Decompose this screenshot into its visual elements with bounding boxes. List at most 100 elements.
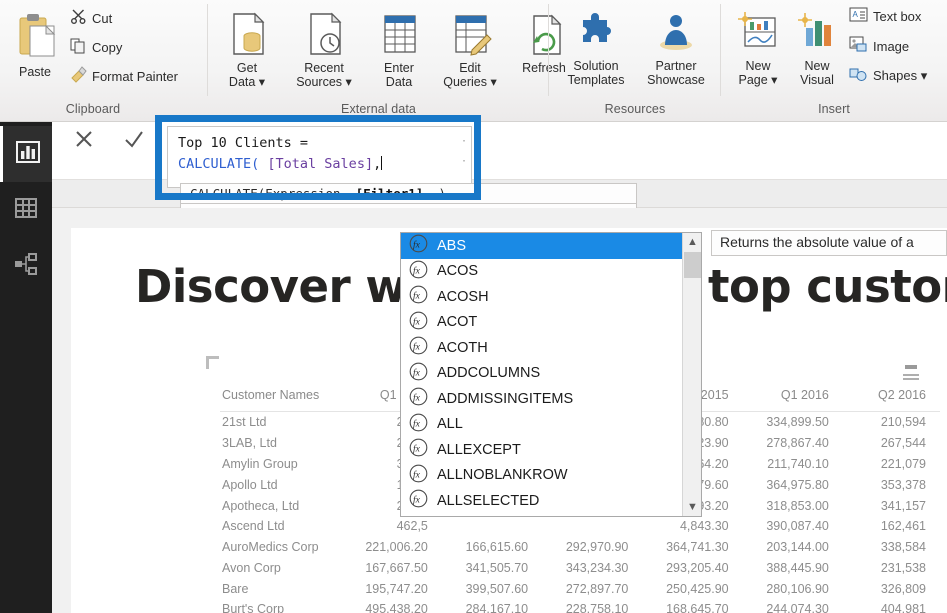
edit-queries-label: Edit Queries ▾ (443, 61, 497, 89)
svg-text:fx: fx (413, 316, 421, 327)
value-cell: 334,899.50 (766, 415, 829, 430)
partner-showcase-button[interactable]: Partner Showcase (639, 12, 713, 87)
text-caret (381, 156, 383, 170)
value-cell: 495,438.20 (365, 602, 428, 613)
paste-label: Paste (19, 65, 51, 79)
dropdown-scrollbar[interactable]: ▲ ▼ (682, 233, 701, 516)
sidebar-item-report-view[interactable] (0, 126, 52, 182)
get-data-icon (216, 10, 278, 61)
copy-button[interactable]: Copy (70, 37, 122, 57)
function-list-item[interactable]: fx ACOSH (401, 284, 683, 310)
value-cell: 293,205.40 (666, 560, 729, 575)
column-header[interactable]: Q1 2016 (742, 388, 843, 412)
function-list-item[interactable]: fx ALL (401, 412, 683, 438)
function-list-item[interactable]: fx ABS (401, 233, 683, 259)
fx-function-icon: fx (409, 413, 428, 436)
function-name: ALLEXCEPT (437, 441, 521, 458)
column-header[interactable]: Customer Names (220, 388, 342, 412)
function-name: ALL (437, 416, 463, 433)
chevron-down-icon[interactable]: ▼ (683, 498, 701, 516)
scrollbar-thumb[interactable] (684, 252, 701, 278)
function-list-item[interactable]: fx ALLEXCEPT (401, 437, 683, 463)
more-options-icon[interactable] (898, 364, 924, 389)
total-sales-token: [Total Sales] (259, 156, 374, 172)
chevron-up-icon[interactable]: ▲ (683, 233, 701, 251)
function-list-item[interactable]: fx ADDMISSINGITEMS (401, 386, 683, 412)
scissors-icon (70, 8, 87, 28)
format-painter-label: Format Painter (92, 68, 178, 84)
dax-formula-input[interactable]: · · Top 10 Clients = CALCULATE( [Total S… (167, 126, 472, 188)
value-cell: 318,853.00 (766, 498, 829, 513)
new-page-button[interactable]: New Page ▾ (729, 12, 787, 87)
value-cell: 166,615.60 (465, 540, 529, 555)
editor-tick: · (460, 156, 467, 167)
recent-sources-button[interactable]: Recent Sources ▾ (284, 10, 364, 89)
paste-button[interactable]: Paste (8, 12, 62, 79)
function-list-item[interactable]: fx ACOT (401, 310, 683, 336)
shapes-icon (849, 66, 868, 86)
value-cell: 462,5 (396, 519, 428, 534)
value-cell: 195,747.20 (365, 581, 428, 596)
svg-text:A: A (853, 10, 859, 19)
function-list-item[interactable]: fx ACOTH (401, 335, 683, 361)
function-list-item[interactable]: fx ACOS (401, 259, 683, 285)
new-visual-button[interactable]: New Visual (789, 12, 845, 87)
signature-param: [Filter1] (355, 186, 424, 201)
new-page-label: New Page ▾ (738, 59, 778, 87)
format-painter-button[interactable]: Format Painter (70, 66, 178, 86)
sidebar-item-data-view[interactable] (0, 182, 52, 238)
svg-text:fx: fx (413, 342, 421, 353)
measure-name-line: Top 10 Clients = (178, 133, 463, 154)
value-cell: 341,505.70 (465, 560, 529, 575)
customer-name-cell: Amylin Group (222, 456, 298, 471)
value-cell: 404,981 (880, 602, 926, 613)
svg-text:fx: fx (413, 495, 421, 506)
function-list-item[interactable]: fx ADDCOLUMNS (401, 361, 683, 387)
get-data-button[interactable]: Get Data ▾ (216, 10, 278, 89)
customer-name-cell: 3LAB, Ltd (222, 436, 277, 451)
table-row[interactable]: Burt's Corp 495,438.20 284,167.10 228,758.1… (220, 599, 940, 613)
value-cell: 280,106.90 (766, 581, 829, 596)
text-box-button[interactable]: A Text box (849, 6, 921, 26)
copy-icon (70, 37, 87, 57)
checkmark-icon[interactable] (122, 127, 146, 156)
value-cell: 203,144.00 (766, 540, 829, 555)
intellisense-dropdown[interactable]: fx ABS fx ACOS fx ACOSH fx ACOT fx ACOTH fx ADDCOLU… (400, 232, 702, 517)
sidebar-item-model-view[interactable] (0, 238, 52, 294)
paintbrush-icon (70, 66, 87, 86)
table-row[interactable]: Bare 195,747.20 399,507.60 272,897.70 250,42… (220, 578, 940, 599)
column-header[interactable]: Q2 2016 (842, 388, 940, 412)
function-signature-tooltip: CALCULATE(Expression, [Filter1] …) (180, 183, 637, 203)
close-icon[interactable] (72, 127, 96, 156)
enter-data-button[interactable]: Enter Data (370, 10, 428, 89)
image-label: Image (873, 38, 910, 54)
table-row[interactable]: Ascend Ltd 462,5 4,843.30 390,087.40 162,461 (220, 516, 940, 537)
person-icon (639, 12, 713, 59)
svg-text:fx: fx (413, 240, 421, 251)
enter-data-label: Enter Data (384, 61, 414, 89)
ribbon-group-resources: Solution Templates Partner Showcase Reso… (549, 0, 721, 122)
visual-resize-handle[interactable] (206, 356, 219, 369)
value-cell: 364,975.80 (766, 477, 829, 492)
table-row[interactable]: Avon Corp 167,667.50 341,505.70 343,234.30 2… (220, 557, 940, 578)
cut-label: Cut (92, 10, 113, 26)
solution-templates-label: Solution Templates (567, 59, 625, 87)
svg-text:fx: fx (413, 291, 421, 302)
function-list-item[interactable]: fx ALLNOBLANKROW (401, 463, 683, 489)
fx-function-icon: fx (409, 438, 428, 461)
function-list-item[interactable]: fx ALLSELECTED (401, 488, 683, 514)
customer-name-cell: Apollo Ltd (222, 477, 278, 492)
image-button[interactable]: Image (849, 36, 909, 56)
new-visual-icon (789, 12, 845, 59)
table-row[interactable]: AuroMedics Corp 221,006.20 166,615.60 292,9… (220, 537, 940, 558)
get-data-label: Get Data ▾ (228, 61, 266, 89)
copy-label: Copy (92, 39, 123, 55)
shapes-button[interactable]: Shapes ▾ (849, 66, 927, 86)
function-name: ACOT (437, 314, 478, 331)
function-name: ADDMISSINGITEMS (437, 390, 574, 407)
value-cell (542, 516, 642, 537)
edit-queries-button[interactable]: Edit Queries ▾ (434, 10, 506, 89)
value-cell: 211,740.10 (767, 456, 829, 471)
cut-button[interactable]: Cut (70, 8, 112, 28)
solution-templates-button[interactable]: Solution Templates (557, 12, 635, 87)
